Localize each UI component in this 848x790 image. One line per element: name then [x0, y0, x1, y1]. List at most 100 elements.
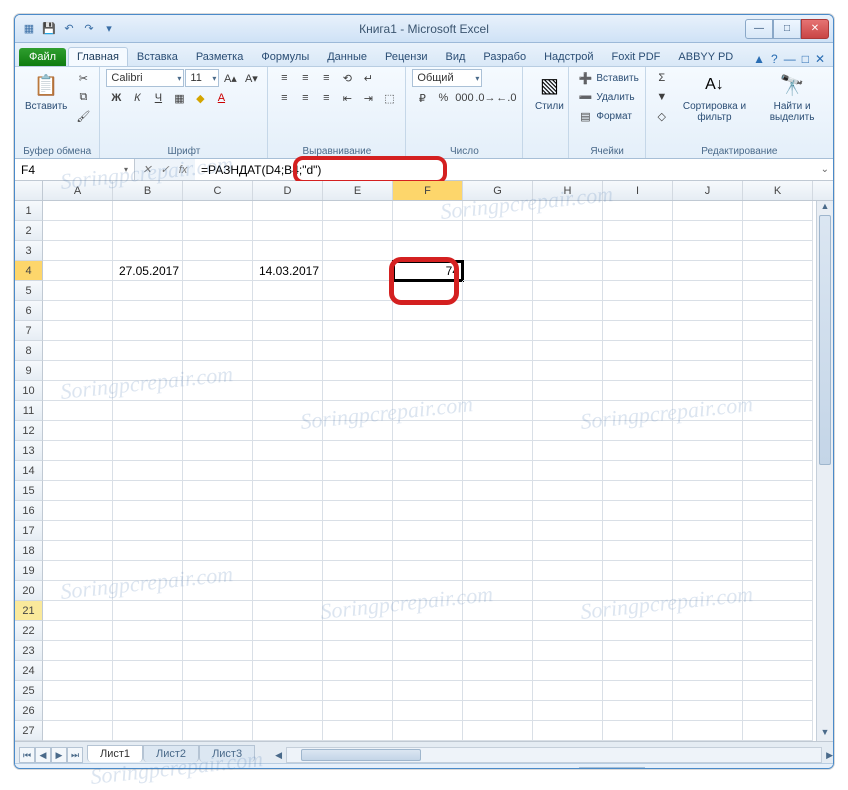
cell-C22[interactable]: [183, 621, 253, 641]
cell-G4[interactable]: [463, 261, 533, 281]
cell-C13[interactable]: [183, 441, 253, 461]
fill-icon[interactable]: ▼: [652, 88, 672, 106]
cell-C12[interactable]: [183, 421, 253, 441]
cell-G1[interactable]: [463, 201, 533, 221]
cell-B15[interactable]: [113, 481, 183, 501]
cell-G6[interactable]: [463, 301, 533, 321]
cell-E13[interactable]: [323, 441, 393, 461]
cell-C5[interactable]: [183, 281, 253, 301]
cell-H26[interactable]: [533, 701, 603, 721]
cell-K1[interactable]: [743, 201, 813, 221]
row-header-8[interactable]: 8: [15, 341, 43, 361]
cell-G27[interactable]: [463, 721, 533, 741]
cell-H24[interactable]: [533, 661, 603, 681]
cell-H1[interactable]: [533, 201, 603, 221]
currency-icon[interactable]: ₽: [412, 89, 432, 107]
cell-B24[interactable]: [113, 661, 183, 681]
cell-A12[interactable]: [43, 421, 113, 441]
cell-B3[interactable]: [113, 241, 183, 261]
row-header-26[interactable]: 26: [15, 701, 43, 721]
row-header-15[interactable]: 15: [15, 481, 43, 501]
cell-K14[interactable]: [743, 461, 813, 481]
row-header-6[interactable]: 6: [15, 301, 43, 321]
page-break-view-icon[interactable]: ▭: [623, 767, 645, 770]
col-header-E[interactable]: E: [323, 181, 393, 200]
cell-J22[interactable]: [673, 621, 743, 641]
cell-I17[interactable]: [603, 521, 673, 541]
tab-данные[interactable]: Данные: [318, 47, 376, 66]
zoom-level[interactable]: 100%: [657, 769, 685, 770]
cell-A22[interactable]: [43, 621, 113, 641]
cell-D14[interactable]: [253, 461, 323, 481]
ribbon-minimize-icon[interactable]: ▲: [753, 52, 765, 66]
row-header-18[interactable]: 18: [15, 541, 43, 561]
scroll-down-icon[interactable]: ▼: [817, 727, 833, 741]
cell-E16[interactable]: [323, 501, 393, 521]
cell-G21[interactable]: [463, 601, 533, 621]
cell-D5[interactable]: [253, 281, 323, 301]
cell-B12[interactable]: [113, 421, 183, 441]
cell-J26[interactable]: [673, 701, 743, 721]
cell-K22[interactable]: [743, 621, 813, 641]
cell-E5[interactable]: [323, 281, 393, 301]
cell-F19[interactable]: [393, 561, 463, 581]
cell-I16[interactable]: [603, 501, 673, 521]
cell-D17[interactable]: [253, 521, 323, 541]
tab-разметка[interactable]: Разметка: [187, 47, 253, 66]
cell-G10[interactable]: [463, 381, 533, 401]
cell-J19[interactable]: [673, 561, 743, 581]
cell-G25[interactable]: [463, 681, 533, 701]
decrease-font-icon[interactable]: A▾: [241, 69, 261, 87]
find-select-button[interactable]: 🔭 Найти и выделить: [757, 69, 827, 125]
help-icon[interactable]: ?: [771, 52, 778, 66]
cell-E12[interactable]: [323, 421, 393, 441]
cell-I4[interactable]: [603, 261, 673, 281]
cell-J8[interactable]: [673, 341, 743, 361]
cell-D10[interactable]: [253, 381, 323, 401]
select-all-corner[interactable]: [15, 181, 43, 200]
row-header-1[interactable]: 1: [15, 201, 43, 221]
cell-H8[interactable]: [533, 341, 603, 361]
cell-I13[interactable]: [603, 441, 673, 461]
cell-A5[interactable]: [43, 281, 113, 301]
cell-H25[interactable]: [533, 681, 603, 701]
cell-D3[interactable]: [253, 241, 323, 261]
cell-E14[interactable]: [323, 461, 393, 481]
format-cells-button[interactable]: ▤Формат: [575, 107, 632, 125]
cell-B20[interactable]: [113, 581, 183, 601]
merge-icon[interactable]: ⬚: [379, 89, 399, 107]
format-painter-icon[interactable]: 🖌: [73, 107, 93, 125]
col-header-I[interactable]: I: [603, 181, 673, 200]
cell-F21[interactable]: [393, 601, 463, 621]
cell-B7[interactable]: [113, 321, 183, 341]
cell-C3[interactable]: [183, 241, 253, 261]
cell-H4[interactable]: [533, 261, 603, 281]
cell-E15[interactable]: [323, 481, 393, 501]
cell-J10[interactable]: [673, 381, 743, 401]
cell-G9[interactable]: [463, 361, 533, 381]
increase-decimal-icon[interactable]: .0→: [475, 89, 495, 107]
cell-D22[interactable]: [253, 621, 323, 641]
cell-K16[interactable]: [743, 501, 813, 521]
cell-A16[interactable]: [43, 501, 113, 521]
cell-A8[interactable]: [43, 341, 113, 361]
fill-color-icon[interactable]: ◆: [190, 89, 210, 107]
cell-J24[interactable]: [673, 661, 743, 681]
cell-I3[interactable]: [603, 241, 673, 261]
sheet-tab-Лист3[interactable]: Лист3: [199, 745, 255, 762]
cell-F18[interactable]: [393, 541, 463, 561]
cell-F1[interactable]: [393, 201, 463, 221]
cell-C14[interactable]: [183, 461, 253, 481]
cell-G16[interactable]: [463, 501, 533, 521]
cell-F23[interactable]: [393, 641, 463, 661]
row-header-4[interactable]: 4: [15, 261, 43, 281]
cell-A4[interactable]: [43, 261, 113, 281]
col-header-F[interactable]: F: [393, 181, 463, 200]
cell-A17[interactable]: [43, 521, 113, 541]
undo-icon[interactable]: ↶: [61, 21, 77, 37]
border-icon[interactable]: ▦: [169, 89, 189, 107]
cell-E2[interactable]: [323, 221, 393, 241]
font-name-combo[interactable]: Calibri: [106, 69, 184, 87]
sheet-nav-next-icon[interactable]: ▶: [51, 747, 67, 763]
formula-input[interactable]: =РАЗНДАТ(D4;B4;"d") ⌄: [195, 159, 833, 180]
